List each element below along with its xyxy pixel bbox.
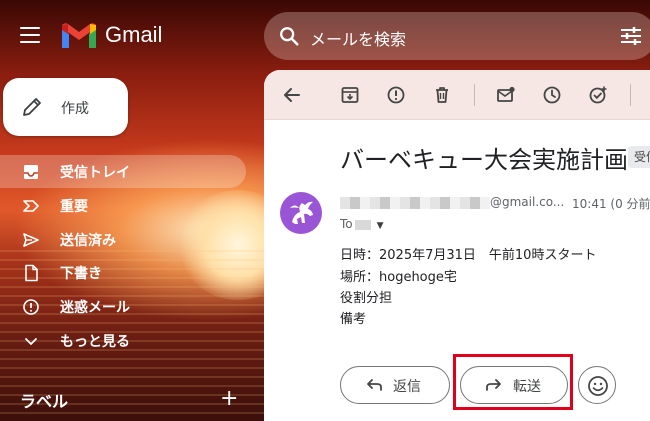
to-label: To: [340, 217, 353, 231]
pegasus-icon: [290, 201, 313, 224]
body-line: 役割分担: [340, 291, 393, 306]
add-task-icon[interactable]: [588, 85, 608, 105]
redacted-recipient: [354, 219, 371, 230]
compose-label: 作成: [61, 101, 89, 117]
sidebar-item-drafts[interactable]: 下書き: [0, 256, 246, 289]
message-subject: バーベキュー大会実施計画: [340, 146, 628, 174]
chevron-down-icon: [25, 338, 37, 345]
reply-button[interactable]: 返信: [340, 366, 450, 404]
message-toolbar: [264, 70, 650, 120]
reply-label: 返信: [393, 379, 421, 395]
search-input[interactable]: メールを検索: [310, 26, 406, 50]
label-chip-inbox[interactable]: 受信: [628, 146, 650, 168]
recipient-line[interactable]: To ▼: [340, 217, 384, 231]
sidebar-item-label: 受信トレイ: [60, 165, 130, 181]
labels-title: ラベル: [20, 392, 69, 411]
delete-icon[interactable]: [432, 85, 452, 105]
body-line: 場所：hogehoge宅: [340, 270, 457, 285]
body-line: 日時：2025年7月31日 午前10時スタート: [340, 248, 597, 263]
sidebar-item-label: もっと見る: [60, 334, 130, 350]
sender-avatar[interactable]: [280, 192, 322, 234]
gmail-logo-icon: [62, 23, 96, 48]
search-icon[interactable]: [278, 25, 300, 47]
back-icon[interactable]: [282, 85, 302, 105]
snooze-icon[interactable]: [542, 85, 562, 105]
add-label-button[interactable]: +: [220, 386, 238, 411]
toolbar-divider: [630, 84, 631, 106]
inbox-icon: [24, 165, 38, 179]
sidebar-item-label: 重要: [60, 199, 88, 215]
chevron-down-icon[interactable]: ▼: [377, 221, 384, 231]
compose-button[interactable]: 作成: [3, 78, 128, 136]
sidebar-item-label: 下書き: [60, 266, 102, 282]
redacted-sender-name: [340, 196, 490, 209]
pencil-icon: [23, 98, 41, 116]
search-options-icon[interactable]: [620, 26, 642, 46]
sidebar-item-label: 迷惑メール: [60, 300, 130, 316]
main-menu-button[interactable]: [20, 27, 40, 43]
emoji-icon: [588, 376, 608, 396]
search-bar[interactable]: メールを検索: [264, 12, 650, 60]
spam-icon: [23, 299, 39, 315]
sidebar-item-label: 送信済み: [60, 233, 116, 249]
message-time: 10:41 (0 分前): [572, 197, 650, 211]
archive-icon[interactable]: [340, 85, 360, 105]
important-icon: [23, 200, 39, 212]
labels-section: ラベル +: [20, 386, 245, 412]
mark-unread-icon[interactable]: [496, 85, 516, 105]
sender-email: @gmail.co...: [490, 195, 565, 209]
draft-icon: [25, 264, 38, 282]
sidebar-item-important[interactable]: 重要: [0, 189, 246, 222]
send-icon: [23, 233, 39, 247]
sidebar-item-spam[interactable]: 迷惑メール: [0, 290, 246, 323]
forward-highlight-box: [453, 354, 573, 410]
body-line: 備考: [340, 312, 367, 327]
sidebar-item-sent[interactable]: 送信済み: [0, 223, 246, 256]
sender-line: @gmail.co...: [340, 195, 564, 209]
report-spam-icon[interactable]: [386, 85, 406, 105]
gmail-brand: Gmail: [105, 22, 163, 47]
sidebar-item-inbox[interactable]: 受信トレイ: [0, 155, 246, 188]
toolbar-divider: [474, 84, 475, 106]
sidebar-item-more[interactable]: もっと見る: [0, 324, 246, 357]
reply-icon: [367, 379, 382, 391]
emoji-reaction-button[interactable]: [578, 366, 616, 404]
